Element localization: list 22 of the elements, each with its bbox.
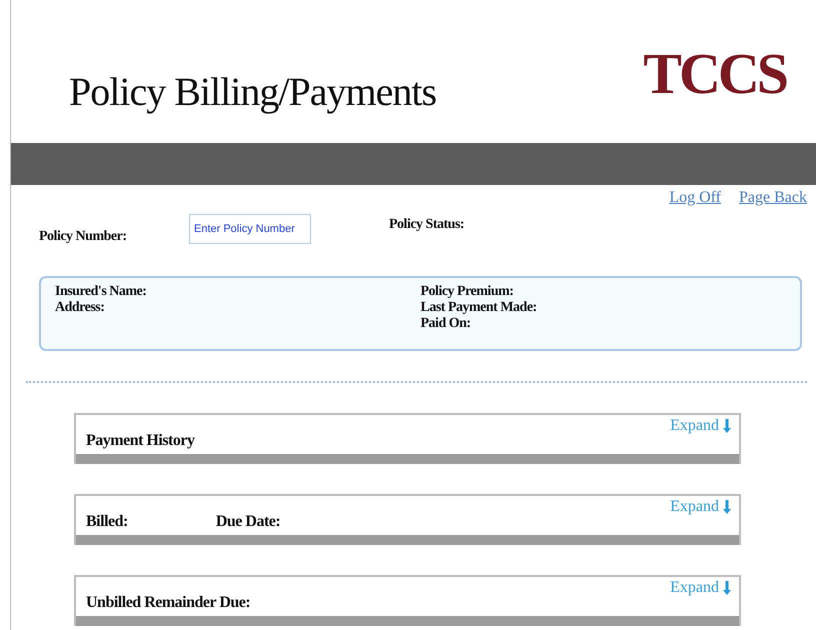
nav-link[interactable]: Log Off — [669, 189, 722, 211]
field-label: Paid On: — [420, 316, 472, 332]
section-label: Payment History — [86, 432, 194, 450]
section-label: Unbilled Remainder Due: — [86, 594, 250, 612]
field-label: Last Payment Made: — [420, 300, 538, 316]
arrow-down-icon — [723, 581, 731, 595]
arrow-down-icon — [723, 500, 731, 514]
expand-link[interactable]: Expand — [670, 579, 731, 597]
field-label: Policy Number: — [39, 229, 126, 245]
section-label: Due Date: — [216, 513, 280, 531]
field-label: Address: — [55, 300, 106, 316]
expand-link[interactable]: Expand — [670, 417, 731, 435]
field-label: Insured's Name: — [55, 284, 148, 300]
field-label: Policy Status: — [389, 217, 464, 233]
expand-link[interactable]: Expand — [670, 498, 731, 516]
field-label: Policy Premium: — [420, 284, 514, 300]
arrow-down-icon — [723, 419, 731, 433]
logo: TCCS — [643, 40, 786, 107]
policy-number-field[interactable]: Enter Policy Number — [189, 214, 311, 244]
nav-link[interactable]: Page Back — [739, 189, 807, 211]
page-title: Policy Billing/Payments — [69, 68, 436, 115]
section-label: Billed: — [86, 513, 128, 531]
